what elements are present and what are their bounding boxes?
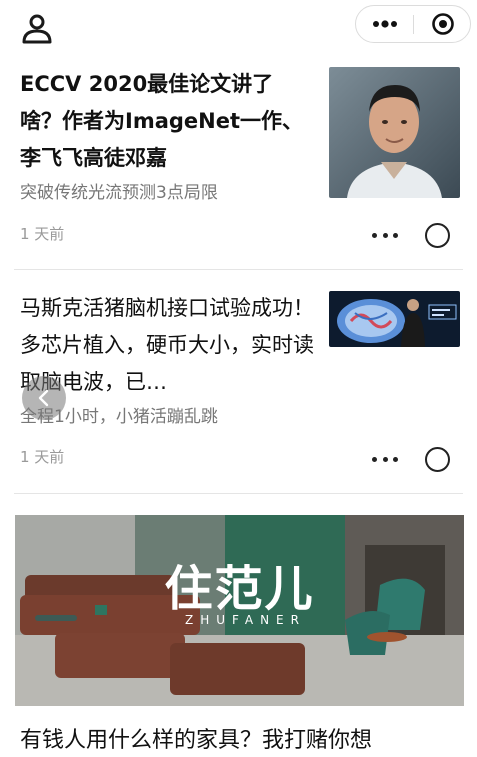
banner-logo-subtitle: ZHUFANER xyxy=(185,613,306,627)
article-title[interactable]: ECCV 2020最佳论文讲了啥？作者为ImageNet一作、李飞飞高徒邓嘉 xyxy=(20,66,310,177)
target-icon[interactable] xyxy=(414,6,471,42)
article-title[interactable]: 有钱人用什么样的家具？我打赌你想 xyxy=(20,722,372,754)
mini-program-capsule xyxy=(355,5,471,43)
banner-image[interactable]: 住范儿 ZHUFANER xyxy=(15,515,464,706)
more-options-button[interactable] xyxy=(368,447,402,471)
banner-logo: 住范儿 xyxy=(164,561,315,617)
divider xyxy=(14,493,463,494)
divider xyxy=(14,269,463,270)
top-bar xyxy=(0,0,477,56)
article-subtitle: 突破传统光流预测3点局限 xyxy=(20,183,218,203)
article-title[interactable]: 马斯克活猪脑机接口试验成功！多芯片植入，硬币大小，实时读取脑电波，已… xyxy=(20,290,320,401)
chevron-left-icon[interactable] xyxy=(22,376,66,420)
user-icon[interactable] xyxy=(20,12,54,46)
circle-action-button[interactable] xyxy=(425,447,450,472)
article-time: 1 天前 xyxy=(20,448,65,466)
more-options-button[interactable] xyxy=(368,223,402,247)
article-thumbnail[interactable] xyxy=(329,291,460,347)
circle-action-button[interactable] xyxy=(425,223,450,248)
more-dots-icon[interactable] xyxy=(356,6,413,42)
article-thumbnail[interactable] xyxy=(329,67,460,198)
article-time: 1 天前 xyxy=(20,225,65,243)
